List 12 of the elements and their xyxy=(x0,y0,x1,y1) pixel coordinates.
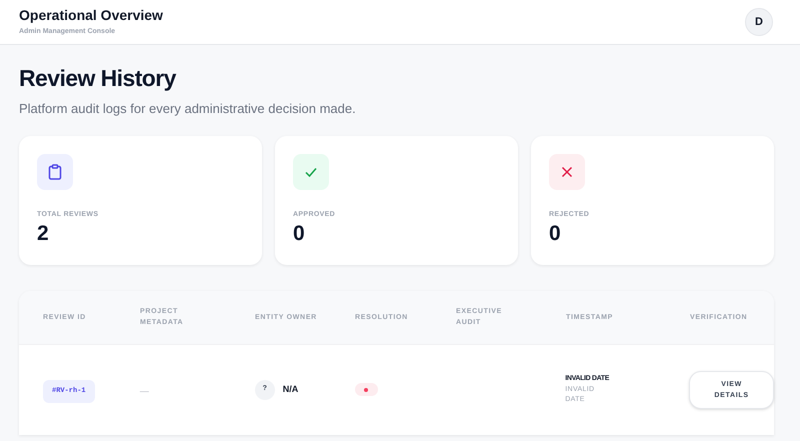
stat-value: 2 xyxy=(37,223,50,244)
stat-value: 0 xyxy=(293,223,306,244)
page-subtitle: Platform audit logs for every administrative decision made. xyxy=(19,100,357,118)
page-title: Review History xyxy=(19,67,178,90)
x-icon xyxy=(549,154,585,190)
table-cell: — xyxy=(140,386,149,396)
avatar-button[interactable]: D xyxy=(745,8,773,36)
stat-value: 0 xyxy=(549,223,562,244)
app-title: Operational Overview xyxy=(19,6,163,24)
clipboard-icon xyxy=(37,154,73,190)
check-icon xyxy=(293,154,329,190)
owner-name: N/A xyxy=(282,382,298,396)
